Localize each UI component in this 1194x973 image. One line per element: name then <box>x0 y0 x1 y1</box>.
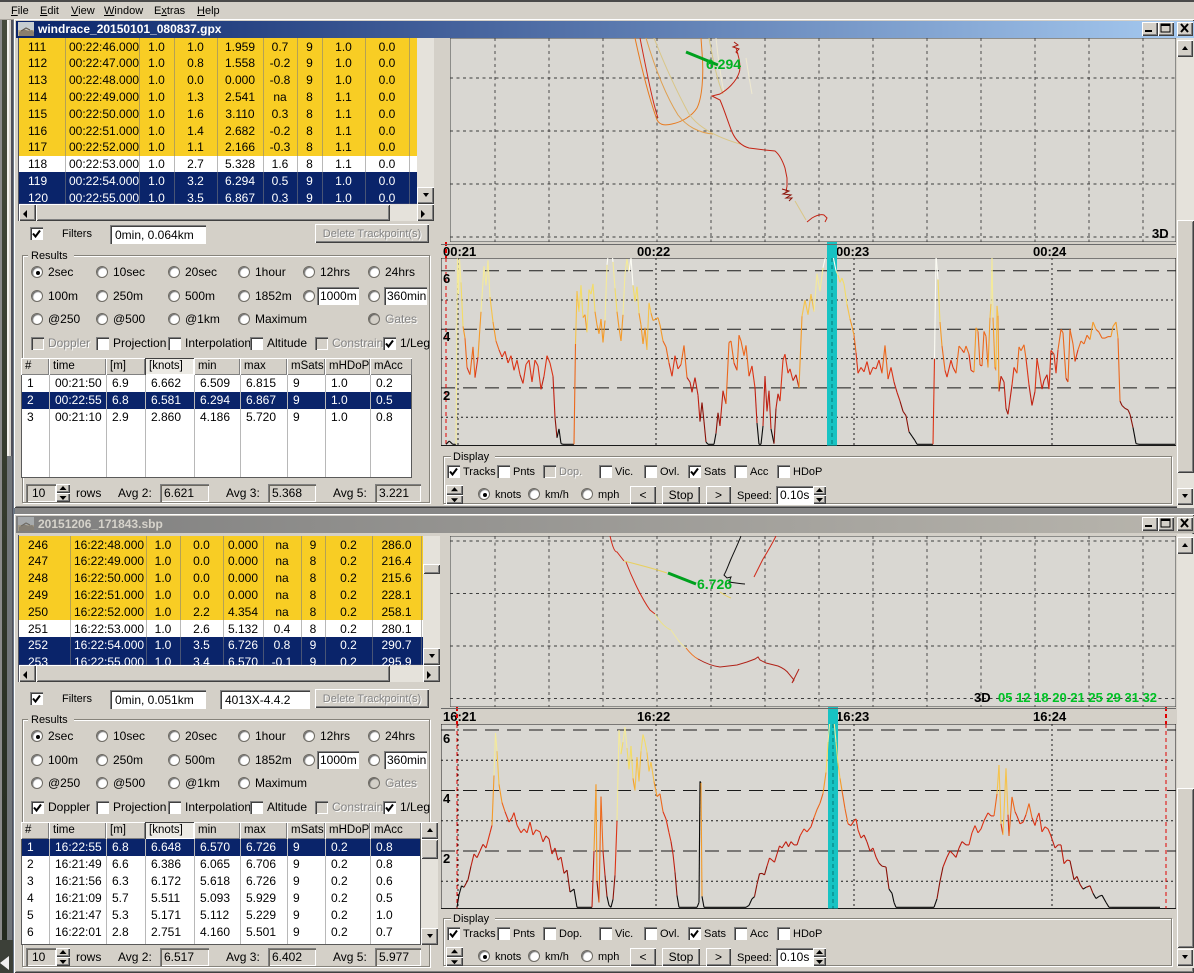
svg-text:6.726: 6.726 <box>697 576 732 592</box>
svg-text:05 12 18 20 21 25 29 31 32: 05 12 18 20 21 25 29 31 32 <box>998 690 1157 705</box>
svg-text:6.294: 6.294 <box>706 56 741 72</box>
